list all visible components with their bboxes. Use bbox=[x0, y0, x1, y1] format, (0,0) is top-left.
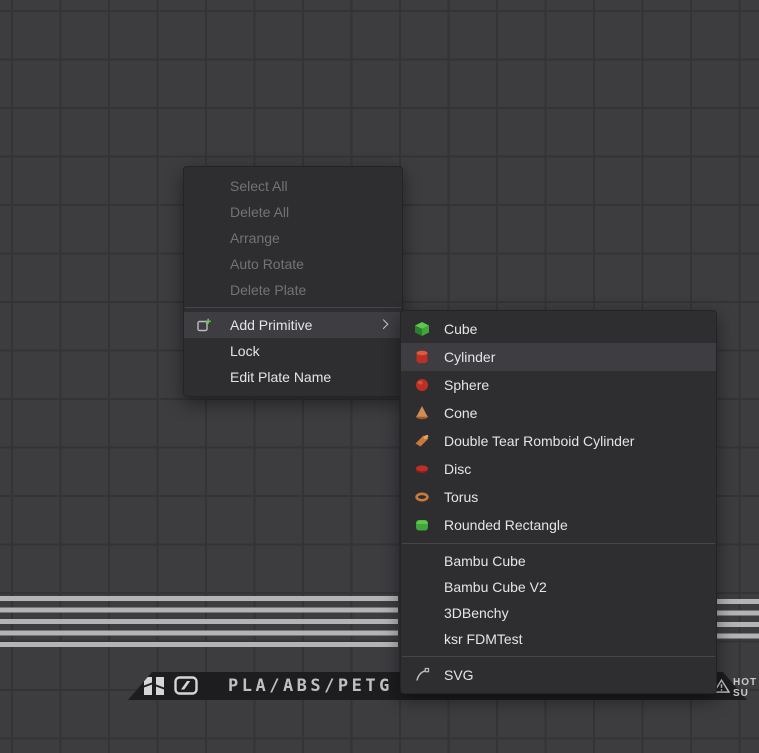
warning-text-line1: HOT bbox=[733, 677, 757, 688]
submenu-item-sphere[interactable]: Sphere bbox=[401, 371, 716, 399]
menu-item-label: Select All bbox=[230, 178, 288, 194]
menu-item-label: Sphere bbox=[444, 377, 489, 393]
cylinder-icon bbox=[414, 349, 430, 365]
submenu-item-bambu-cube-v2[interactable]: Bambu Cube V2 bbox=[401, 574, 716, 600]
menu-item-label: Lock bbox=[230, 343, 260, 359]
plate-name-label: PLA/ABS/PETG bbox=[228, 672, 393, 700]
menu-separator bbox=[402, 656, 715, 657]
submenu-item-bambu-cube[interactable]: Bambu Cube bbox=[401, 548, 716, 574]
rounded-rectangle-icon bbox=[414, 517, 430, 533]
menu-item-label: Cylinder bbox=[444, 349, 495, 365]
plate-context-menu: Select All Delete All Arrange Auto Rotate De… bbox=[183, 166, 403, 397]
submenu-item-cube[interactable]: Cube bbox=[401, 315, 716, 343]
menu-item-label: SVG bbox=[444, 667, 474, 683]
menu-item-label: Auto Rotate bbox=[230, 256, 304, 272]
menu-separator bbox=[402, 543, 715, 544]
menu-item-label: Torus bbox=[444, 489, 478, 505]
bambu-logo-icon bbox=[144, 677, 164, 695]
add-primitive-submenu: Cube Cylinder Sphere Cone Double Tear Romboi… bbox=[400, 310, 717, 694]
submenu-item-double-tear-romboid-cylinder[interactable]: Double Tear Romboid Cylinder bbox=[401, 427, 716, 455]
plate-stripes-left bbox=[0, 596, 398, 647]
context-menu-item-arrange: Arrange bbox=[184, 225, 402, 251]
svg-icon bbox=[414, 667, 430, 683]
context-menu-item-auto-rotate: Auto Rotate bbox=[184, 251, 402, 277]
plate-hot-surface-warning: HOT SU bbox=[713, 677, 757, 699]
torus-icon bbox=[414, 489, 430, 505]
sphere-icon bbox=[414, 377, 430, 393]
menu-item-label: Rounded Rectangle bbox=[444, 517, 568, 533]
menu-item-label: Add Primitive bbox=[230, 317, 312, 333]
menu-item-label: Disc bbox=[444, 461, 471, 477]
menu-item-label: Arrange bbox=[230, 230, 280, 246]
submenu-item-cone[interactable]: Cone bbox=[401, 399, 716, 427]
warning-text-line2: SU bbox=[733, 688, 757, 699]
menu-item-label: 3DBenchy bbox=[444, 605, 509, 621]
context-menu-item-add-primitive[interactable]: Add Primitive bbox=[184, 312, 402, 338]
context-menu-item-lock[interactable]: Lock bbox=[184, 338, 402, 364]
menu-item-label: Bambu Cube V2 bbox=[444, 579, 547, 595]
menu-item-label: Edit Plate Name bbox=[230, 369, 331, 385]
submenu-item-rounded-rectangle[interactable]: Rounded Rectangle bbox=[401, 511, 716, 539]
cube-icon bbox=[414, 321, 430, 337]
context-menu-item-delete-plate: Delete Plate bbox=[184, 277, 402, 303]
add-primitive-icon bbox=[196, 317, 212, 333]
submenu-item-torus[interactable]: Torus bbox=[401, 483, 716, 511]
menu-item-label: Delete All bbox=[230, 204, 289, 220]
menu-item-label: ksr FDMTest bbox=[444, 631, 523, 647]
submenu-item-ksr-fdmtest[interactable]: ksr FDMTest bbox=[401, 626, 716, 652]
submenu-item-disc[interactable]: Disc bbox=[401, 455, 716, 483]
menu-item-label: Bambu Cube bbox=[444, 553, 526, 569]
submenu-item-cylinder[interactable]: Cylinder bbox=[401, 343, 716, 371]
menu-item-label: Cube bbox=[444, 321, 477, 337]
double-tear-icon bbox=[414, 433, 430, 449]
disc-icon bbox=[414, 461, 430, 477]
context-menu-item-delete-all: Delete All bbox=[184, 199, 402, 225]
menu-item-label: Cone bbox=[444, 405, 477, 421]
menu-item-label: Double Tear Romboid Cylinder bbox=[444, 433, 634, 449]
context-menu-item-edit-plate-name[interactable]: Edit Plate Name bbox=[184, 364, 402, 390]
submenu-arrow-icon bbox=[379, 319, 389, 329]
menu-item-label: Delete Plate bbox=[230, 282, 306, 298]
submenu-item-3dbenchy[interactable]: 3DBenchy bbox=[401, 600, 716, 626]
context-menu-item-select-all: Select All bbox=[184, 173, 402, 199]
submenu-item-svg[interactable]: SVG bbox=[401, 661, 716, 689]
menu-separator bbox=[185, 307, 401, 308]
plate-badge-icon bbox=[174, 676, 198, 695]
cone-icon bbox=[414, 405, 430, 421]
